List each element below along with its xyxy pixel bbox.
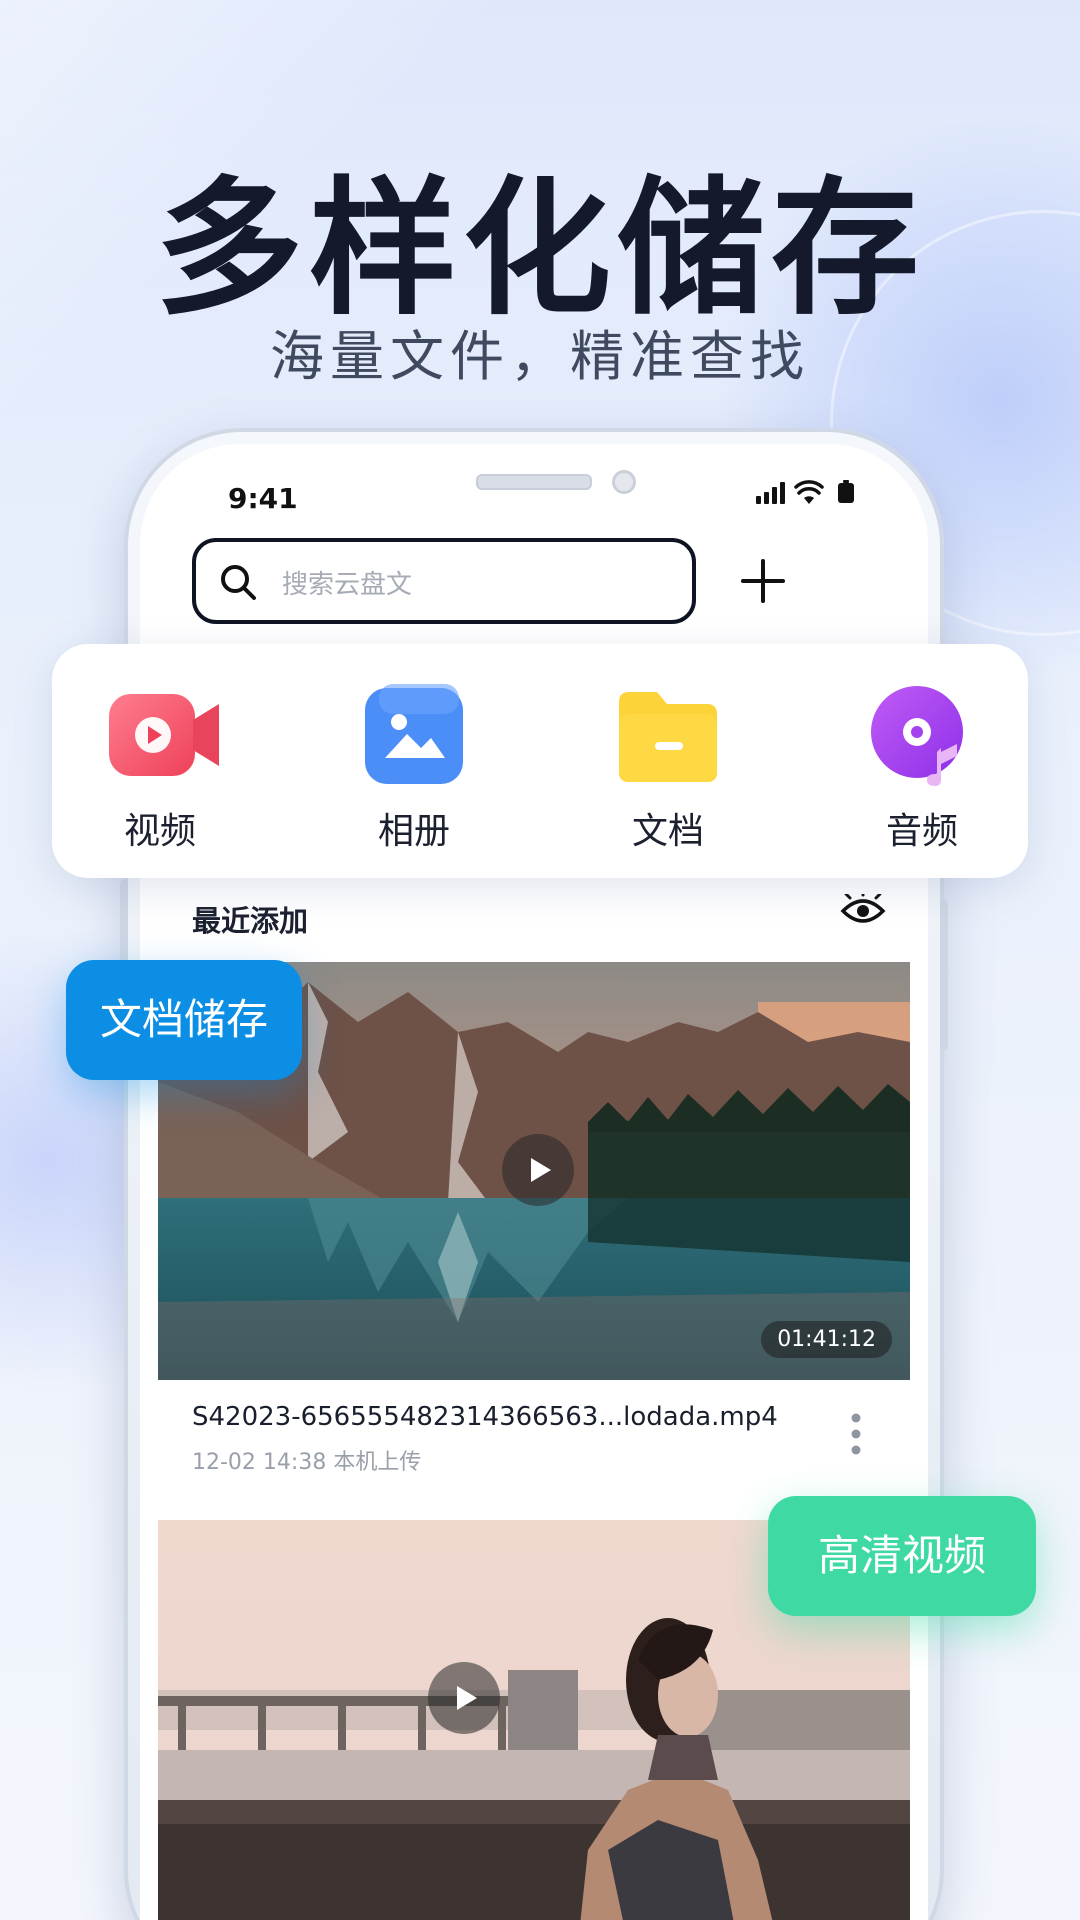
music-disc-icon <box>867 684 977 786</box>
status-icons <box>756 480 866 504</box>
front-camera <box>612 470 636 494</box>
battery-icon <box>838 480 854 503</box>
video-file-name: S42023-656555482314366563...lodada.mp4 <box>192 1402 778 1432</box>
category-label: 视频 <box>123 811 196 852</box>
search-input[interactable]: 搜索云盘文 <box>192 538 696 624</box>
category-label: 音频 <box>885 811 958 852</box>
play-button[interactable] <box>502 1134 574 1206</box>
category-docs[interactable]: 文档 <box>568 684 768 854</box>
search-row: 搜索云盘文 <box>140 538 928 638</box>
category-audio[interactable]: 音频 <box>822 684 1022 854</box>
status-time: 9:41 <box>228 482 298 515</box>
category-label: 文档 <box>631 811 704 852</box>
play-icon <box>531 1158 551 1182</box>
promo-page: 多样化储存 海量文件，精准查找 9:41 搜索云盘文 最近添加 01:41:12… <box>0 0 1080 1920</box>
wifi-icon <box>794 480 824 504</box>
signal-icon <box>756 482 785 504</box>
hero-title: 多样化储存 <box>155 163 925 335</box>
speaker-grille <box>476 474 592 490</box>
category-card: 视频 相册 文档 音频 <box>52 644 1028 878</box>
search-placeholder: 搜索云盘文 <box>282 570 413 600</box>
more-icon[interactable] <box>850 1412 862 1460</box>
plus-icon[interactable] <box>740 558 786 608</box>
search-icon <box>218 562 258 606</box>
video-icon <box>105 684 219 784</box>
folder-icon <box>613 684 723 784</box>
doc-storage-badge: 文档储存 <box>66 960 302 1080</box>
eye-icon[interactable] <box>840 889 886 932</box>
status-bar: 9:41 <box>140 444 928 534</box>
photo-icon <box>359 684 469 784</box>
recent-section-title: 最近添加 <box>192 904 309 938</box>
phone-side-button <box>940 900 948 1050</box>
category-label: 相册 <box>377 811 450 852</box>
category-video[interactable]: 视频 <box>60 684 260 854</box>
play-button[interactable] <box>428 1662 500 1734</box>
play-icon <box>457 1686 477 1710</box>
hero-subtitle: 海量文件，精准查找 <box>270 325 810 388</box>
hd-video-badge: 高清视频 <box>768 1496 1036 1616</box>
video-meta: 12-02 14:38 本机上传 <box>192 1450 422 1475</box>
video-duration: 01:41:12 <box>761 1321 892 1358</box>
category-album[interactable]: 相册 <box>314 684 514 854</box>
